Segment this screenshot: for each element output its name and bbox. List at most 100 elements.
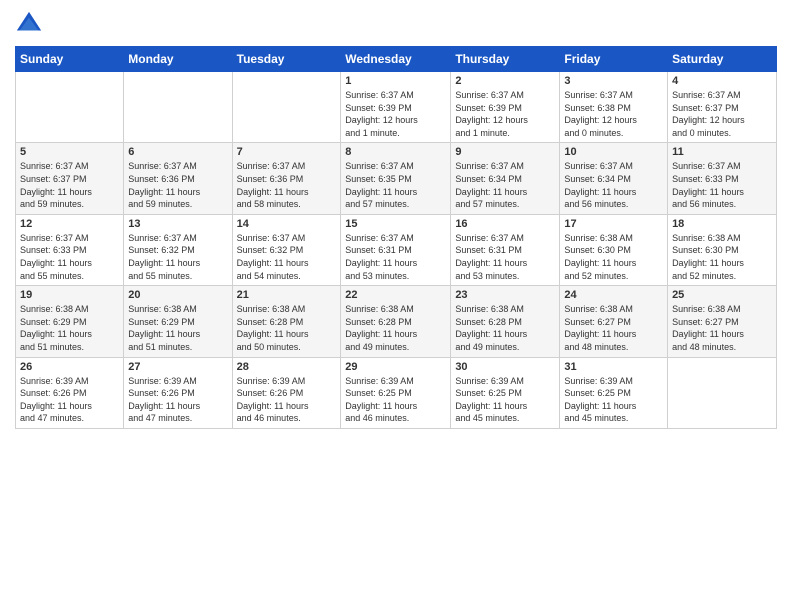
day-number: 19 xyxy=(20,289,119,301)
day-number: 22 xyxy=(345,289,446,301)
week-row-3: 12Sunrise: 6:37 AM Sunset: 6:33 PM Dayli… xyxy=(16,214,777,285)
calendar-cell: 10 Sunrise: 6:37 AM Sunset: 6:34 PM Dayli… xyxy=(560,143,668,214)
day-info: Sunrise: 6:39 AM Sunset: 6:26 PM Dayligh… xyxy=(237,375,337,425)
day-number: 28 xyxy=(237,361,337,373)
day-info: Sunrise: 6:37 AM Sunset: 6:34 PM Dayligh… xyxy=(455,160,555,210)
calendar: SundayMondayTuesdayWednesdayThursdayFrid… xyxy=(15,46,777,429)
calendar-cell: 7 Sunrise: 6:37 AM Sunset: 6:36 PM Daylig… xyxy=(232,143,341,214)
day-number: 10 xyxy=(564,146,663,158)
day-number: 4 xyxy=(672,75,772,87)
week-row-4: 19 Sunrise: 6:38 AM Sunset: 6:29 PM Dayli… xyxy=(16,286,777,357)
day-info: Sunrise: 6:39 AM Sunset: 6:26 PM Dayligh… xyxy=(20,375,119,425)
calendar-cell: 27Sunrise: 6:39 AM Sunset: 6:26 PM Dayli… xyxy=(124,357,232,428)
calendar-cell: 15 Sunrise: 6:37 AM Sunset: 6:31 PM Dayli… xyxy=(341,214,451,285)
day-number: 24 xyxy=(564,289,663,301)
day-number: 30 xyxy=(455,361,555,373)
day-info: Sunrise: 6:38 AM Sunset: 6:28 PM Dayligh… xyxy=(345,303,446,353)
day-number: 27 xyxy=(128,361,227,373)
calendar-cell: 1 Sunrise: 6:37 AM Sunset: 6:39 PM Daylig… xyxy=(341,72,451,143)
calendar-cell: 31 Sunrise: 6:39 AM Sunset: 6:25 PM Dayli… xyxy=(560,357,668,428)
day-info: Sunrise: 6:37 AM Sunset: 6:31 PM Dayligh… xyxy=(345,232,446,282)
day-header-wednesday: Wednesday xyxy=(341,47,451,72)
day-header-sunday: Sunday xyxy=(16,47,124,72)
calendar-cell: 21 Sunrise: 6:38 AM Sunset: 6:28 PM Dayli… xyxy=(232,286,341,357)
calendar-cell: 8 Sunrise: 6:37 AM Sunset: 6:35 PM Daylig… xyxy=(341,143,451,214)
day-info: Sunrise: 6:39 AM Sunset: 6:25 PM Dayligh… xyxy=(345,375,446,425)
calendar-cell: 26 Sunrise: 6:39 AM Sunset: 6:26 PM Dayli… xyxy=(16,357,124,428)
day-header-saturday: Saturday xyxy=(668,47,777,72)
day-number: 16 xyxy=(455,218,555,230)
header-row: SundayMondayTuesdayWednesdayThursdayFrid… xyxy=(16,47,777,72)
day-info: Sunrise: 6:37 AM Sunset: 6:39 PM Dayligh… xyxy=(345,89,446,139)
day-info: Sunrise: 6:38 AM Sunset: 6:27 PM Dayligh… xyxy=(672,303,772,353)
calendar-cell: 14Sunrise: 6:37 AM Sunset: 6:32 PM Dayli… xyxy=(232,214,341,285)
calendar-cell: 16 Sunrise: 6:37 AM Sunset: 6:31 PM Dayli… xyxy=(451,214,560,285)
day-number: 23 xyxy=(455,289,555,301)
day-info: Sunrise: 6:37 AM Sunset: 6:36 PM Dayligh… xyxy=(128,160,227,210)
day-number: 2 xyxy=(455,75,555,87)
day-number: 18 xyxy=(672,218,772,230)
day-header-thursday: Thursday xyxy=(451,47,560,72)
day-info: Sunrise: 6:37 AM Sunset: 6:33 PM Dayligh… xyxy=(672,160,772,210)
day-number: 20 xyxy=(128,289,227,301)
day-number: 3 xyxy=(564,75,663,87)
day-header-monday: Monday xyxy=(124,47,232,72)
day-info: Sunrise: 6:37 AM Sunset: 6:31 PM Dayligh… xyxy=(455,232,555,282)
day-info: Sunrise: 6:37 AM Sunset: 6:37 PM Dayligh… xyxy=(672,89,772,139)
day-info: Sunrise: 6:39 AM Sunset: 6:25 PM Dayligh… xyxy=(564,375,663,425)
calendar-cell: 25 Sunrise: 6:38 AM Sunset: 6:27 PM Dayli… xyxy=(668,286,777,357)
calendar-cell: 20 Sunrise: 6:38 AM Sunset: 6:29 PM Dayli… xyxy=(124,286,232,357)
day-number: 31 xyxy=(564,361,663,373)
day-number: 5 xyxy=(20,146,119,158)
day-number: 26 xyxy=(20,361,119,373)
calendar-cell: 23 Sunrise: 6:38 AM Sunset: 6:28 PM Dayli… xyxy=(451,286,560,357)
day-number: 15 xyxy=(345,218,446,230)
calendar-cell: 22 Sunrise: 6:38 AM Sunset: 6:28 PM Dayli… xyxy=(341,286,451,357)
logo-icon xyxy=(15,10,43,38)
day-number: 7 xyxy=(237,146,337,158)
day-number: 14 xyxy=(237,218,337,230)
day-number: 6 xyxy=(128,146,227,158)
day-info: Sunrise: 6:37 AM Sunset: 6:35 PM Dayligh… xyxy=(345,160,446,210)
day-info: Sunrise: 6:38 AM Sunset: 6:30 PM Dayligh… xyxy=(672,232,772,282)
calendar-cell xyxy=(124,72,232,143)
day-number: 1 xyxy=(345,75,446,87)
calendar-cell: 4 Sunrise: 6:37 AM Sunset: 6:37 PM Daylig… xyxy=(668,72,777,143)
day-header-friday: Friday xyxy=(560,47,668,72)
day-header-tuesday: Tuesday xyxy=(232,47,341,72)
day-info: Sunrise: 6:37 AM Sunset: 6:37 PM Dayligh… xyxy=(20,160,119,210)
day-info: Sunrise: 6:38 AM Sunset: 6:30 PM Dayligh… xyxy=(564,232,663,282)
day-info: Sunrise: 6:37 AM Sunset: 6:33 PM Dayligh… xyxy=(20,232,119,282)
day-number: 11 xyxy=(672,146,772,158)
calendar-cell: 29 Sunrise: 6:39 AM Sunset: 6:25 PM Dayli… xyxy=(341,357,451,428)
day-info: Sunrise: 6:37 AM Sunset: 6:38 PM Dayligh… xyxy=(564,89,663,139)
calendar-cell: 6 Sunrise: 6:37 AM Sunset: 6:36 PM Daylig… xyxy=(124,143,232,214)
calendar-cell: 3 Sunrise: 6:37 AM Sunset: 6:38 PM Daylig… xyxy=(560,72,668,143)
calendar-cell: 19 Sunrise: 6:38 AM Sunset: 6:29 PM Dayli… xyxy=(16,286,124,357)
day-number: 8 xyxy=(345,146,446,158)
calendar-cell: 30Sunrise: 6:39 AM Sunset: 6:25 PM Dayli… xyxy=(451,357,560,428)
day-info: Sunrise: 6:38 AM Sunset: 6:27 PM Dayligh… xyxy=(564,303,663,353)
calendar-cell xyxy=(16,72,124,143)
calendar-cell: 17Sunrise: 6:38 AM Sunset: 6:30 PM Dayli… xyxy=(560,214,668,285)
calendar-cell xyxy=(668,357,777,428)
day-info: Sunrise: 6:38 AM Sunset: 6:28 PM Dayligh… xyxy=(455,303,555,353)
day-info: Sunrise: 6:37 AM Sunset: 6:32 PM Dayligh… xyxy=(128,232,227,282)
day-number: 29 xyxy=(345,361,446,373)
calendar-cell: 9Sunrise: 6:37 AM Sunset: 6:34 PM Daylig… xyxy=(451,143,560,214)
calendar-cell: 11 Sunrise: 6:37 AM Sunset: 6:33 PM Dayli… xyxy=(668,143,777,214)
day-number: 25 xyxy=(672,289,772,301)
day-info: Sunrise: 6:37 AM Sunset: 6:34 PM Dayligh… xyxy=(564,160,663,210)
day-info: Sunrise: 6:38 AM Sunset: 6:29 PM Dayligh… xyxy=(20,303,119,353)
day-number: 21 xyxy=(237,289,337,301)
calendar-cell xyxy=(232,72,341,143)
calendar-cell: 5 Sunrise: 6:37 AM Sunset: 6:37 PM Daylig… xyxy=(16,143,124,214)
calendar-cell: 2Sunrise: 6:37 AM Sunset: 6:39 PM Daylig… xyxy=(451,72,560,143)
day-info: Sunrise: 6:37 AM Sunset: 6:36 PM Dayligh… xyxy=(237,160,337,210)
logo xyxy=(15,10,47,38)
header xyxy=(15,10,777,38)
day-info: Sunrise: 6:38 AM Sunset: 6:29 PM Dayligh… xyxy=(128,303,227,353)
calendar-cell: 13Sunrise: 6:37 AM Sunset: 6:32 PM Dayli… xyxy=(124,214,232,285)
day-info: Sunrise: 6:38 AM Sunset: 6:28 PM Dayligh… xyxy=(237,303,337,353)
week-row-1: 1 Sunrise: 6:37 AM Sunset: 6:39 PM Daylig… xyxy=(16,72,777,143)
